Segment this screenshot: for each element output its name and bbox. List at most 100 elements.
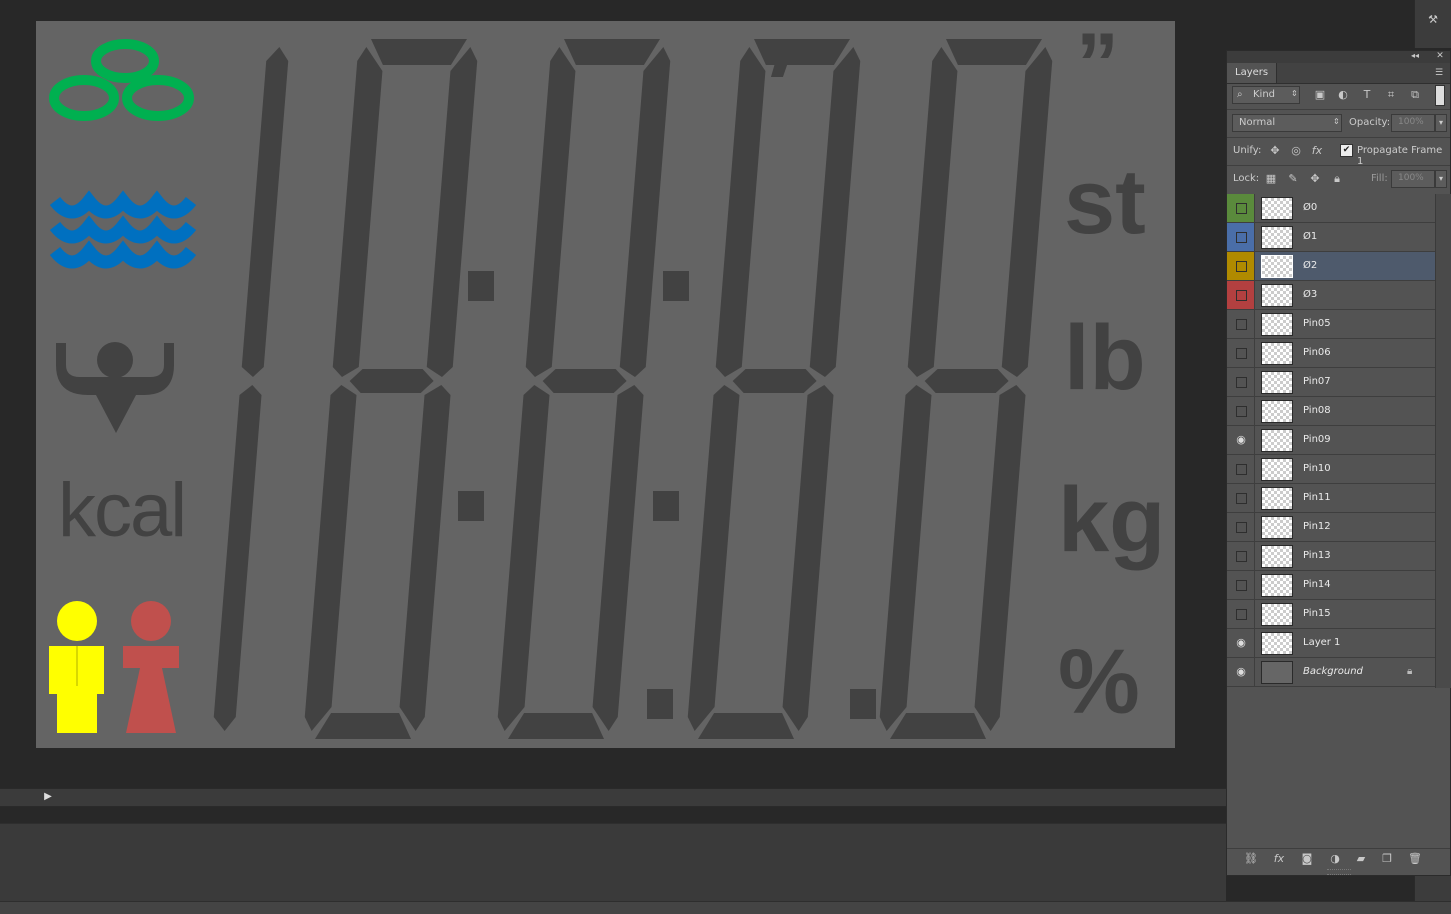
lock-transparency-icon[interactable]: ▦: [1263, 171, 1279, 187]
blend-mode-value: Normal: [1239, 117, 1276, 128]
unify-style-icon[interactable]: fx: [1309, 143, 1325, 159]
type-filter-icon[interactable]: T: [1359, 87, 1375, 103]
visibility-box-icon: [1236, 522, 1247, 533]
link-layers-icon[interactable]: ⛓: [1243, 851, 1259, 867]
segment-middle: [732, 369, 817, 393]
layer-row[interactable]: Ø2: [1227, 252, 1435, 281]
layer-visibility-toggle[interactable]: ◉: [1227, 658, 1255, 686]
fill-input[interactable]: 100%: [1391, 170, 1435, 188]
layer-name[interactable]: Pin11: [1303, 484, 1331, 512]
layer-visibility-toggle[interactable]: [1227, 513, 1255, 541]
layer-row[interactable]: Pin08: [1227, 397, 1435, 426]
layer-visibility-toggle[interactable]: [1227, 194, 1255, 222]
timeline-panel: [0, 823, 1226, 902]
layer-row[interactable]: Pin07: [1227, 368, 1435, 397]
new-layer-icon[interactable]: ❐: [1379, 851, 1395, 867]
close-panel-icon[interactable]: ✕: [1432, 48, 1448, 64]
layer-thumbnail: [1261, 487, 1293, 510]
layer-row[interactable]: Pin15: [1227, 600, 1435, 629]
new-group-icon[interactable]: ▰: [1353, 851, 1369, 867]
play-icon[interactable]: ▶: [42, 791, 54, 803]
layer-name[interactable]: Pin12: [1303, 513, 1331, 541]
layer-row[interactable]: ◉ Layer 1: [1227, 629, 1435, 658]
opacity-dropdown-icon[interactable]: ▾: [1435, 114, 1447, 132]
lock-all-icon[interactable]: 🔒︎: [1329, 171, 1345, 187]
layer-name[interactable]: Background: [1303, 658, 1363, 686]
lock-pixels-icon[interactable]: ✎: [1285, 171, 1301, 187]
fill-label: Fill:: [1371, 173, 1388, 184]
layer-row[interactable]: Pin14: [1227, 571, 1435, 600]
segment-bottom: [508, 713, 604, 739]
layer-visibility-toggle[interactable]: ◉: [1227, 629, 1255, 657]
layer-name[interactable]: Pin05: [1303, 310, 1331, 338]
layer-visibility-toggle[interactable]: [1227, 310, 1255, 338]
layer-name[interactable]: Ø0: [1303, 194, 1317, 222]
pixel-filter-icon[interactable]: ▣: [1312, 87, 1328, 103]
visibility-box-icon: [1236, 232, 1247, 243]
layer-name[interactable]: Ø3: [1303, 281, 1317, 309]
panel-menu-icon[interactable]: ☰: [1431, 65, 1447, 81]
layer-visibility-toggle[interactable]: [1227, 455, 1255, 483]
filter-toggle[interactable]: [1435, 85, 1445, 106]
layer-name[interactable]: Pin07: [1303, 368, 1331, 396]
layer-mask-icon[interactable]: ◙: [1299, 851, 1315, 867]
layer-visibility-toggle[interactable]: [1227, 484, 1255, 512]
propagate-checkbox[interactable]: ✔: [1340, 144, 1353, 157]
lock-position-icon[interactable]: ✥: [1307, 171, 1323, 187]
smart-object-filter-icon[interactable]: ⧉: [1407, 87, 1423, 103]
delete-layer-icon[interactable]: 🗑︎: [1407, 851, 1423, 867]
layer-visibility-toggle[interactable]: [1227, 281, 1255, 309]
layer-name[interactable]: Pin10: [1303, 455, 1331, 483]
layer-thumbnail: [1261, 603, 1293, 626]
opacity-input[interactable]: 100%: [1391, 114, 1435, 132]
layer-row[interactable]: Pin11: [1227, 484, 1435, 513]
filter-kind-select[interactable]: ⌕ Kind ⇕: [1232, 86, 1300, 104]
layer-visibility-toggle[interactable]: [1227, 252, 1255, 280]
visibility-box-icon: [1236, 406, 1247, 417]
layers-scrollbar[interactable]: [1435, 194, 1451, 688]
layer-row[interactable]: ◉ Background 🔒︎: [1227, 658, 1435, 687]
unify-position-icon[interactable]: ✥: [1267, 143, 1283, 159]
layer-name[interactable]: Ø1: [1303, 223, 1317, 251]
layer-name[interactable]: Pin13: [1303, 542, 1331, 570]
layer-name[interactable]: Pin08: [1303, 397, 1331, 425]
layer-name[interactable]: Layer 1: [1303, 629, 1340, 657]
layer-row[interactable]: Ø1: [1227, 223, 1435, 252]
adjustment-layer-icon[interactable]: ◑: [1327, 851, 1343, 867]
timeline-scroll-bar[interactable]: [0, 788, 1226, 807]
adjustment-filter-icon[interactable]: ◐: [1335, 87, 1351, 103]
layer-style-icon[interactable]: fx: [1271, 851, 1287, 867]
layer-name[interactable]: Pin14: [1303, 571, 1331, 599]
layer-visibility-toggle[interactable]: [1227, 368, 1255, 396]
layer-row[interactable]: ◉ Pin09: [1227, 426, 1435, 455]
layer-row[interactable]: Pin12: [1227, 513, 1435, 542]
layer-row[interactable]: Pin06: [1227, 339, 1435, 368]
blend-mode-select[interactable]: Normal ⇕: [1232, 114, 1342, 132]
fill-dropdown-icon[interactable]: ▾: [1435, 170, 1447, 188]
layer-visibility-toggle[interactable]: [1227, 542, 1255, 570]
panel-resize-grip[interactable]: [1327, 869, 1351, 875]
layer-row[interactable]: Pin05: [1227, 310, 1435, 339]
unify-visibility-icon[interactable]: ◎: [1288, 143, 1304, 159]
layer-row[interactable]: Pin13: [1227, 542, 1435, 571]
layer-visibility-toggle[interactable]: [1227, 397, 1255, 425]
collapse-panel-icon[interactable]: ◂◂: [1407, 48, 1423, 64]
layer-name[interactable]: Pin09: [1303, 426, 1331, 454]
brush-preset-icon[interactable]: ⚒: [1425, 12, 1441, 28]
layer-name[interactable]: Pin06: [1303, 339, 1331, 367]
shape-filter-icon[interactable]: ⌗: [1383, 87, 1399, 103]
document-canvas[interactable]: ” st lb kg % kcal: [36, 21, 1175, 748]
layer-visibility-toggle[interactable]: [1227, 600, 1255, 628]
layer-visibility-toggle[interactable]: [1227, 571, 1255, 599]
layer-name[interactable]: Pin15: [1303, 600, 1331, 628]
layer-name[interactable]: Ø2: [1303, 252, 1317, 280]
layer-row[interactable]: Ø3: [1227, 281, 1435, 310]
layer-visibility-toggle[interactable]: [1227, 223, 1255, 251]
tab-layers[interactable]: Layers: [1227, 63, 1278, 83]
layer-visibility-toggle[interactable]: [1227, 339, 1255, 367]
layer-row[interactable]: Pin10: [1227, 455, 1435, 484]
segment-bottom: [890, 713, 986, 739]
layer-visibility-toggle[interactable]: ◉: [1227, 426, 1255, 454]
colon-dot: [468, 271, 494, 301]
layer-row[interactable]: Ø0: [1227, 194, 1435, 223]
